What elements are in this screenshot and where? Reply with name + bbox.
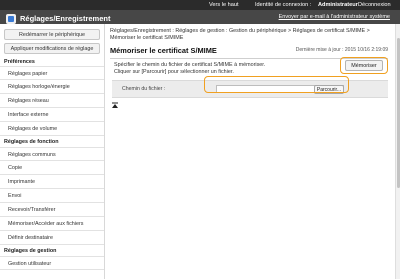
login-label: Identité de connexion : xyxy=(255,2,312,8)
last-updated: Dernière mise à jour : 2015 10/16 2:19:0… xyxy=(295,47,388,53)
top-bar: Vers le haut Identité de connexion : Adm… xyxy=(0,0,400,10)
sidebar-item-paper[interactable]: Réglages papier xyxy=(0,66,104,80)
instruction-line-2: Cliquer sur [Parcourir] pour sélectionne… xyxy=(114,69,234,75)
file-input-highlight xyxy=(204,76,349,93)
sidebar-item-set-destination[interactable]: Définir destinataire xyxy=(0,231,104,245)
mail-admin-link[interactable]: Envoyer par e-mail à l'administrateur sy… xyxy=(279,14,390,20)
apply-settings-button[interactable]: Appliquer modifications de réglage xyxy=(4,43,100,54)
sidebar-item-printer[interactable]: Imprimante xyxy=(0,175,104,189)
sidebar-item-user-management[interactable]: Gestion utilisateur xyxy=(0,256,104,270)
section-preferences: Préférences xyxy=(4,59,35,65)
sidebar-item-clock-energy[interactable]: Réglages horloge/énergie xyxy=(0,80,104,94)
breadcrumb[interactable]: Réglages/Enregistrement : Réglages de ge… xyxy=(110,28,370,34)
register-button[interactable]: Mémoriser xyxy=(345,60,383,71)
sidebar-item-copy[interactable]: Copie xyxy=(0,161,104,175)
scrollbar[interactable] xyxy=(395,24,400,279)
section-management: Réglages de gestion xyxy=(4,248,57,254)
sidebar-item-receive-forward[interactable]: Recevoir/Transférer xyxy=(0,203,104,217)
sidebar: Redémarrer le périphérique Appliquer mod… xyxy=(0,24,105,279)
sidebar-item-volume[interactable]: Réglages de volume xyxy=(0,122,104,136)
restart-device-button[interactable]: Redémarrer le périphérique xyxy=(4,29,100,40)
section-function: Réglages de fonction xyxy=(4,139,59,145)
page-title: Mémoriser le certificat S/MIME xyxy=(110,46,217,55)
sidebar-item-external-interface[interactable]: Interface externe xyxy=(0,108,104,122)
file-path-label: Chemin du fichier : xyxy=(122,86,166,92)
sidebar-item-common[interactable]: Réglages communs xyxy=(0,147,104,161)
breadcrumb-current: Mémoriser le certificat S/MIME xyxy=(110,35,184,41)
back-to-top-link[interactable]: Vers le haut xyxy=(209,2,239,8)
login-user: Administrateur xyxy=(318,2,358,8)
sidebar-item-network[interactable]: Réglages réseau xyxy=(0,94,104,108)
sidebar-item-store-access-files[interactable]: Mémoriser/Accéder aux fichiers xyxy=(0,217,104,231)
scroll-top-icon[interactable] xyxy=(111,102,119,110)
settings-logo-icon xyxy=(6,14,16,24)
instruction-line-1: Spécifier le chemin du fichier de certif… xyxy=(114,62,266,68)
sidebar-item-send[interactable]: Envoi xyxy=(0,189,104,203)
app-title: Réglages/Enregistrement xyxy=(20,14,111,23)
main-content: Réglages/Enregistrement : Réglages de ge… xyxy=(106,24,394,279)
logout-link[interactable]: Déconnexion xyxy=(358,2,391,8)
